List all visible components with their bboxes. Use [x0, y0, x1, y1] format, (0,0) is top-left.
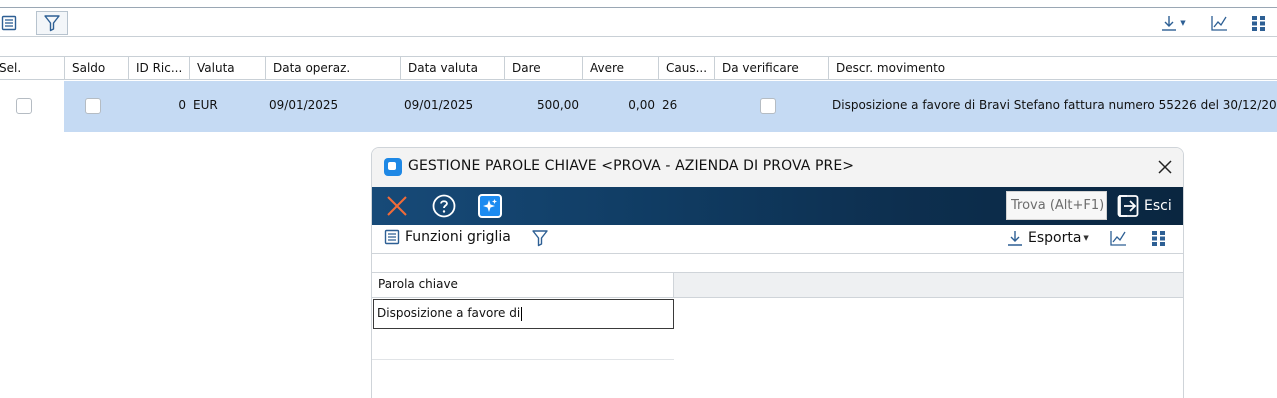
keywords-grid-header: Parola chiave: [372, 273, 1183, 298]
dialog-grid-toolbar: Funzioni griglia Esporta ▼: [372, 225, 1183, 254]
app-logo-icon: [384, 158, 402, 176]
cell-id-ric: 0: [178, 98, 186, 112]
grid-functions-button[interactable]: Funzioni griglia: [384, 229, 511, 245]
filter-button[interactable]: [36, 11, 68, 35]
cancel-x-icon: [387, 196, 407, 216]
cell-dare: 500,00: [537, 98, 579, 112]
ai-sparkle-icon: [478, 194, 502, 218]
dialog-command-bar: Esci: [372, 187, 1183, 225]
cancel-button[interactable]: [382, 191, 412, 221]
ai-assistant-button[interactable]: [475, 191, 505, 221]
filter-button[interactable]: [531, 229, 549, 250]
column-header-saldo[interactable]: Saldo: [64, 57, 128, 80]
cell-descr-movimento: Disposizione a favore di Bravi Stefano f…: [832, 98, 1277, 112]
list-icon: [384, 229, 400, 245]
filter-icon: [532, 230, 548, 247]
column-header-descr-movimento[interactable]: Descr. movimento: [828, 57, 1277, 80]
keyword-edit-value: Disposizione a favore di: [377, 306, 521, 320]
cell-causale: 26: [662, 98, 678, 112]
cell-data-valuta: 09/01/2025: [404, 98, 474, 112]
dialog-titlebar[interactable]: GESTIONE PAROLE CHIAVE <PROVA - AZIENDA …: [372, 148, 1183, 187]
chart-icon: [1110, 231, 1126, 246]
da-verificare-checkbox[interactable]: [760, 98, 776, 114]
grid-icon: [1252, 16, 1265, 31]
cell-data-operaz: 09/01/2025: [269, 98, 339, 112]
exit-icon: [1117, 195, 1139, 217]
select-checkbox[interactable]: [16, 98, 32, 114]
cell-avere: 0,00: [628, 98, 655, 112]
chart-icon: [1211, 16, 1227, 31]
chart-button[interactable]: [1109, 229, 1127, 250]
dialog-title: GESTIONE PAROLE CHIAVE <PROVA - AZIENDA …: [408, 158, 855, 174]
download-icon: [1162, 16, 1177, 31]
column-header-causale[interactable]: Caus...: [658, 57, 714, 80]
column-header-empty: [674, 273, 1183, 297]
layout-grid-button[interactable]: [1246, 11, 1272, 35]
column-header-dare[interactable]: Dare: [504, 57, 582, 80]
column-header-avere[interactable]: Avere: [582, 57, 658, 80]
grid-functions-button[interactable]: [0, 11, 22, 35]
column-header-da-verificare[interactable]: Da verificare: [714, 57, 828, 80]
layout-grid-button[interactable]: [1151, 230, 1167, 249]
column-header-id-ric[interactable]: ID Ric...: [128, 57, 189, 80]
column-header-parola-chiave[interactable]: Parola chiave: [372, 273, 674, 297]
export-button[interactable]: ▼: [1156, 11, 1190, 35]
keywords-dialog: GESTIONE PAROLE CHIAVE <PROVA - AZIENDA …: [371, 147, 1184, 398]
keywords-grid: Parola chiave Disposizione a favore di: [372, 272, 1183, 398]
text-cursor: [521, 306, 523, 321]
search-input[interactable]: [1006, 191, 1107, 220]
list-icon: [1, 15, 17, 31]
help-icon: [432, 194, 456, 218]
column-header-data-valuta[interactable]: Data valuta: [400, 57, 504, 80]
table-row[interactable]: [372, 330, 674, 360]
grid-functions-label: Funzioni griglia: [405, 229, 511, 245]
help-button[interactable]: [429, 191, 459, 221]
grid-icon: [1152, 231, 1165, 246]
cell-valuta: EUR: [193, 98, 218, 112]
chevron-down-icon: ▼: [1180, 19, 1186, 27]
keyword-edit-cell[interactable]: Disposizione a favore di: [373, 299, 674, 329]
export-button[interactable]: Esporta ▼: [1006, 229, 1089, 247]
close-icon: [1158, 160, 1172, 174]
grid-toolbar: ▼: [0, 7, 1277, 37]
filter-icon: [44, 15, 60, 32]
window-close-button[interactable]: [1152, 154, 1178, 180]
column-header-data-operaz[interactable]: Data operaz.: [265, 57, 400, 80]
grid-header: Sel. Saldo ID Ric... Valuta Data operaz.…: [0, 56, 1277, 80]
exit-label: Esci: [1144, 198, 1172, 214]
download-icon: [1008, 231, 1022, 246]
row-select-cell: [0, 81, 64, 132]
chart-button[interactable]: [1206, 11, 1232, 35]
table-row[interactable]: 0 EUR 09/01/2025 09/01/2025 500,00 0,00 …: [0, 81, 1277, 132]
chevron-down-icon: ▼: [1083, 234, 1089, 242]
column-header-sel[interactable]: Sel.: [0, 57, 64, 80]
saldo-checkbox[interactable]: [85, 98, 101, 114]
column-header-valuta[interactable]: Valuta: [189, 57, 265, 80]
export-label: Esporta: [1028, 230, 1082, 246]
exit-button[interactable]: Esci: [1117, 192, 1172, 220]
